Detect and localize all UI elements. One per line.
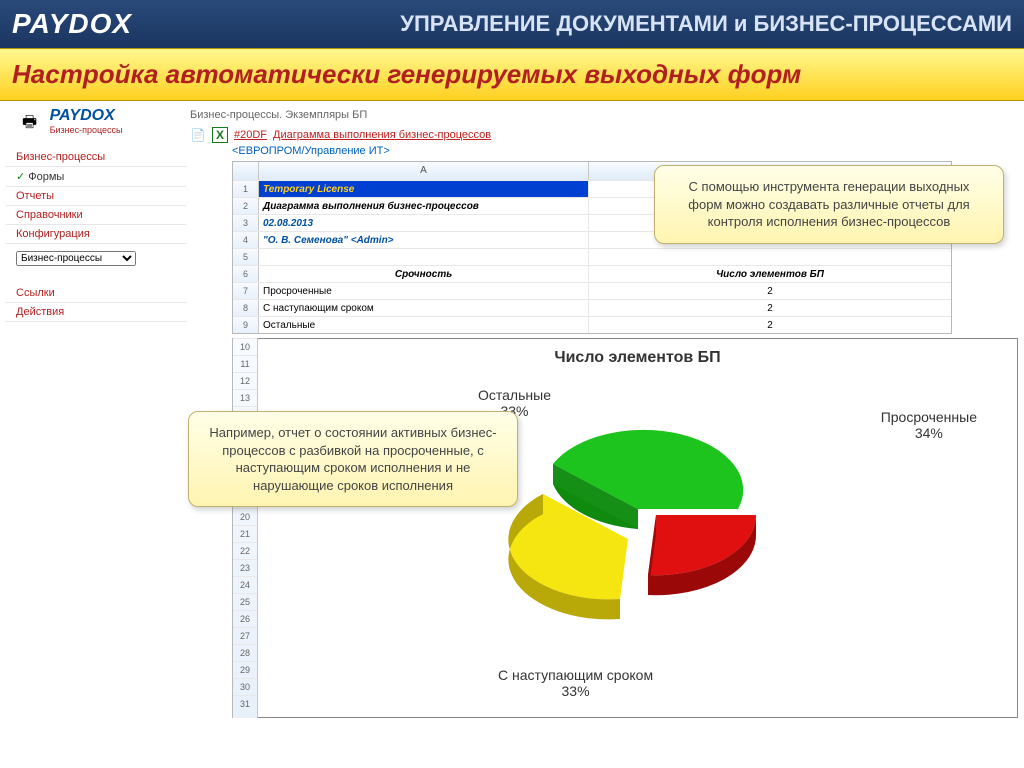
print-icon[interactable]: 🖶 bbox=[22, 111, 37, 138]
row-number[interactable]: 2 bbox=[233, 198, 259, 214]
row-number[interactable]: 31 bbox=[233, 695, 257, 712]
brand-small: PAYDOX Бизнес-процессы bbox=[50, 107, 123, 135]
col-a-header[interactable]: A bbox=[259, 162, 589, 180]
cell-a[interactable]: Temporary License bbox=[259, 181, 589, 197]
doc-code[interactable]: #20DF bbox=[234, 129, 267, 141]
cell-a[interactable]: "О. В. Семенова" <Admin> bbox=[259, 232, 589, 248]
row-number[interactable]: 11 bbox=[233, 355, 257, 372]
banner-title: Настройка автоматически генерируемых вых… bbox=[12, 59, 1012, 90]
cell-a[interactable]: Просроченные bbox=[259, 283, 589, 299]
cell-a[interactable] bbox=[259, 249, 589, 265]
sidebar-nav: Бизнес-процессы Формы Отчеты Справочники… bbox=[6, 148, 186, 322]
chart-box: Число элементов БП bbox=[258, 338, 1018, 718]
cell-b[interactable]: 2 bbox=[589, 317, 951, 333]
sidebar-select[interactable]: Бизнес-процессы bbox=[16, 248, 176, 266]
sidebar-item-forms[interactable]: Формы bbox=[6, 167, 186, 187]
excel-icon[interactable]: X bbox=[212, 127, 228, 143]
row-number[interactable]: 30 bbox=[233, 678, 257, 695]
row-number[interactable]: 20 bbox=[233, 508, 257, 525]
row-number[interactable]: 22 bbox=[233, 542, 257, 559]
left-column: 🖶 PAYDOX Бизнес-процессы Бизнес-процессы… bbox=[6, 107, 186, 761]
callout-top-right: С помощью инструмента генерации выходных… bbox=[654, 165, 1004, 244]
row-number[interactable]: 29 bbox=[233, 661, 257, 678]
table-row[interactable]: 9Остальные2 bbox=[233, 316, 951, 333]
doc-link-row: 📄 X #20DF Диаграмма выполнения бизнес-пр… bbox=[190, 127, 1018, 143]
pie-label-yellow: С наступающим сроком 33% bbox=[498, 667, 653, 699]
sidebar-item-processes[interactable]: Бизнес-процессы bbox=[6, 148, 186, 167]
row-number[interactable]: 10 bbox=[233, 338, 257, 355]
chart-title: Число элементов БП bbox=[258, 339, 1017, 377]
doc-title[interactable]: Диаграмма выполнения бизнес-процессов bbox=[273, 129, 491, 141]
cell-a[interactable]: Диаграмма выполнения бизнес-процессов bbox=[259, 198, 589, 214]
sidebar-item-directories[interactable]: Справочники bbox=[6, 206, 186, 225]
cell-a[interactable]: Остальные bbox=[259, 317, 589, 333]
cell-a[interactable]: Срочность bbox=[259, 266, 589, 282]
pie-chart bbox=[468, 409, 808, 649]
process-select[interactable]: Бизнес-процессы bbox=[16, 251, 136, 266]
row-number[interactable]: 27 bbox=[233, 627, 257, 644]
chart-row-numbers: 1011121314151617181920212223242526272829… bbox=[232, 338, 258, 718]
row-number[interactable]: 13 bbox=[233, 389, 257, 406]
org-path-row: <ЕВРОПРОМ/Управление ИТ> bbox=[232, 145, 1018, 157]
brand-name: PAYDOX bbox=[50, 107, 123, 125]
main-column: Бизнес-процессы. Экземпляры БП 📄 X #20DF… bbox=[186, 107, 1018, 761]
brand-sub: Бизнес-процессы bbox=[50, 125, 123, 135]
table-row[interactable]: 7Просроченные2 bbox=[233, 282, 951, 299]
table-row[interactable]: 5 bbox=[233, 248, 951, 265]
breadcrumb: Бизнес-процессы. Экземпляры БП bbox=[190, 107, 1018, 127]
doc-icon[interactable]: 📄 bbox=[190, 127, 206, 143]
sidebar-item-config[interactable]: Конфигурация bbox=[6, 225, 186, 244]
row-number[interactable]: 4 bbox=[233, 232, 259, 248]
table-row[interactable]: 8С наступающим сроком2 bbox=[233, 299, 951, 316]
pie-slice-green bbox=[553, 430, 743, 529]
sidebar-item-actions[interactable]: Действия bbox=[6, 303, 186, 322]
sidebar-item-links[interactable]: Ссылки bbox=[6, 284, 186, 303]
cell-b[interactable]: 2 bbox=[589, 300, 951, 316]
pie-label-red: Просроченные 34% bbox=[881, 409, 977, 441]
row-number[interactable]: 26 bbox=[233, 610, 257, 627]
org-path[interactable]: <ЕВРОПРОМ/Управление ИТ> bbox=[232, 145, 390, 157]
app-logo: PAYDOX bbox=[12, 8, 132, 40]
row-number[interactable]: 6 bbox=[233, 266, 259, 282]
app-subtitle: УПРАВЛЕНИЕ ДОКУМЕНТАМИ и БИЗНЕС-ПРОЦЕССА… bbox=[400, 11, 1012, 37]
app-header: PAYDOX УПРАВЛЕНИЕ ДОКУМЕНТАМИ и БИЗНЕС-П… bbox=[0, 0, 1024, 48]
row-number[interactable]: 8 bbox=[233, 300, 259, 316]
row-number[interactable]: 9 bbox=[233, 317, 259, 333]
sidebar-item-reports[interactable]: Отчеты bbox=[6, 187, 186, 206]
row-number[interactable]: 5 bbox=[233, 249, 259, 265]
pie-slice-red bbox=[648, 515, 756, 595]
row-number[interactable]: 1 bbox=[233, 181, 259, 197]
row-number[interactable]: 12 bbox=[233, 372, 257, 389]
section-banner: Настройка автоматически генерируемых вых… bbox=[0, 48, 1024, 101]
workspace: 🖶 PAYDOX Бизнес-процессы Бизнес-процессы… bbox=[0, 101, 1024, 767]
cell-a[interactable]: 02.08.2013 bbox=[259, 215, 589, 231]
cell-b[interactable]: 2 bbox=[589, 283, 951, 299]
row-number[interactable]: 28 bbox=[233, 644, 257, 661]
row-number[interactable]: 7 bbox=[233, 283, 259, 299]
row-number[interactable]: 21 bbox=[233, 525, 257, 542]
chart-area: 1011121314151617181920212223242526272829… bbox=[232, 338, 1018, 718]
row-number[interactable]: 24 bbox=[233, 576, 257, 593]
rownum-header[interactable] bbox=[233, 162, 259, 180]
row-number[interactable]: 25 bbox=[233, 593, 257, 610]
cell-b[interactable] bbox=[589, 249, 951, 265]
cell-a[interactable]: С наступающим сроком bbox=[259, 300, 589, 316]
cell-b[interactable]: Число элементов БП bbox=[589, 266, 951, 282]
callout-mid-left: Например, отчет о состоянии активных биз… bbox=[188, 411, 518, 507]
row-number[interactable]: 3 bbox=[233, 215, 259, 231]
table-row[interactable]: 6СрочностьЧисло элементов БП bbox=[233, 265, 951, 282]
row-number[interactable]: 23 bbox=[233, 559, 257, 576]
